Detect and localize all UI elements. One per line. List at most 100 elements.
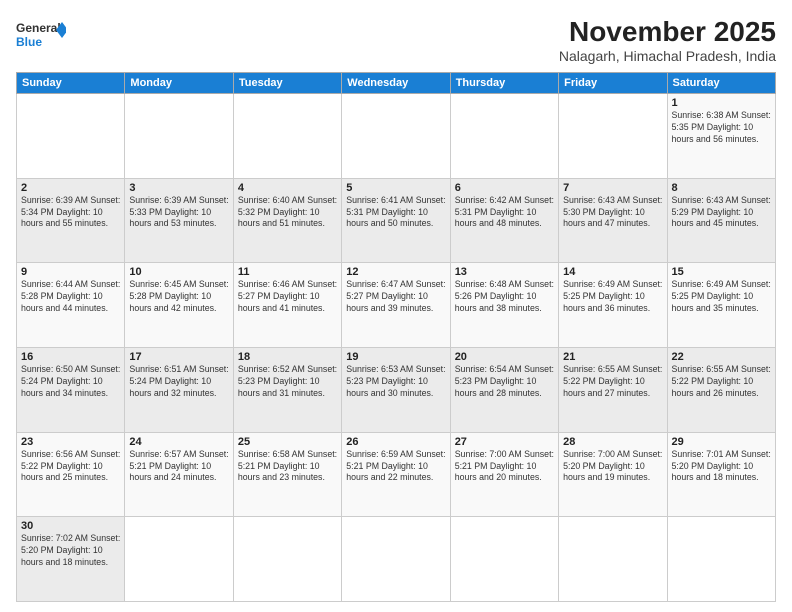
day-cell: [342, 94, 450, 179]
day-info: Sunrise: 7:01 AM Sunset: 5:20 PM Dayligh…: [672, 449, 771, 485]
day-number: 29: [672, 436, 771, 448]
logo: General Blue: [16, 16, 66, 56]
day-number: 9: [21, 266, 120, 278]
day-info: Sunrise: 6:53 AM Sunset: 5:23 PM Dayligh…: [346, 364, 445, 400]
weekday-header-sunday: Sunday: [17, 73, 125, 94]
day-number: 15: [672, 266, 771, 278]
week-row-2: 2Sunrise: 6:39 AM Sunset: 5:34 PM Daylig…: [17, 178, 776, 263]
day-number: 13: [455, 266, 554, 278]
day-cell: 19Sunrise: 6:53 AM Sunset: 5:23 PM Dayli…: [342, 347, 450, 432]
day-number: 11: [238, 266, 337, 278]
day-info: Sunrise: 6:39 AM Sunset: 5:33 PM Dayligh…: [129, 195, 228, 231]
day-info: Sunrise: 6:51 AM Sunset: 5:24 PM Dayligh…: [129, 364, 228, 400]
day-info: Sunrise: 6:39 AM Sunset: 5:34 PM Dayligh…: [21, 195, 120, 231]
weekday-header-friday: Friday: [559, 73, 667, 94]
day-info: Sunrise: 6:44 AM Sunset: 5:28 PM Dayligh…: [21, 279, 120, 315]
day-cell: 25Sunrise: 6:58 AM Sunset: 5:21 PM Dayli…: [233, 432, 341, 517]
day-cell: 24Sunrise: 6:57 AM Sunset: 5:21 PM Dayli…: [125, 432, 233, 517]
day-number: 21: [563, 351, 662, 363]
day-number: 20: [455, 351, 554, 363]
day-cell: [125, 517, 233, 602]
week-row-4: 16Sunrise: 6:50 AM Sunset: 5:24 PM Dayli…: [17, 347, 776, 432]
day-cell: 3Sunrise: 6:39 AM Sunset: 5:33 PM Daylig…: [125, 178, 233, 263]
day-cell: 7Sunrise: 6:43 AM Sunset: 5:30 PM Daylig…: [559, 178, 667, 263]
day-number: 28: [563, 436, 662, 448]
day-info: Sunrise: 6:52 AM Sunset: 5:23 PM Dayligh…: [238, 364, 337, 400]
day-cell: 18Sunrise: 6:52 AM Sunset: 5:23 PM Dayli…: [233, 347, 341, 432]
week-row-3: 9Sunrise: 6:44 AM Sunset: 5:28 PM Daylig…: [17, 263, 776, 348]
day-cell: [450, 94, 558, 179]
day-info: Sunrise: 6:45 AM Sunset: 5:28 PM Dayligh…: [129, 279, 228, 315]
day-number: 30: [21, 520, 120, 532]
week-row-6: 30Sunrise: 7:02 AM Sunset: 5:20 PM Dayli…: [17, 517, 776, 602]
day-cell: 29Sunrise: 7:01 AM Sunset: 5:20 PM Dayli…: [667, 432, 775, 517]
day-cell: 22Sunrise: 6:55 AM Sunset: 5:22 PM Dayli…: [667, 347, 775, 432]
day-cell: 21Sunrise: 6:55 AM Sunset: 5:22 PM Dayli…: [559, 347, 667, 432]
day-cell: [17, 94, 125, 179]
day-number: 4: [238, 182, 337, 194]
week-row-5: 23Sunrise: 6:56 AM Sunset: 5:22 PM Dayli…: [17, 432, 776, 517]
day-number: 16: [21, 351, 120, 363]
weekday-header-thursday: Thursday: [450, 73, 558, 94]
weekday-header-wednesday: Wednesday: [342, 73, 450, 94]
header: General Blue November 2025 Nalagarh, Him…: [16, 16, 776, 64]
month-year: November 2025: [559, 16, 776, 48]
week-row-1: 1Sunrise: 6:38 AM Sunset: 5:35 PM Daylig…: [17, 94, 776, 179]
day-number: 8: [672, 182, 771, 194]
day-info: Sunrise: 6:48 AM Sunset: 5:26 PM Dayligh…: [455, 279, 554, 315]
day-info: Sunrise: 6:55 AM Sunset: 5:22 PM Dayligh…: [672, 364, 771, 400]
day-info: Sunrise: 6:56 AM Sunset: 5:22 PM Dayligh…: [21, 449, 120, 485]
day-cell: [342, 517, 450, 602]
day-info: Sunrise: 6:58 AM Sunset: 5:21 PM Dayligh…: [238, 449, 337, 485]
day-info: Sunrise: 6:49 AM Sunset: 5:25 PM Dayligh…: [672, 279, 771, 315]
day-cell: 8Sunrise: 6:43 AM Sunset: 5:29 PM Daylig…: [667, 178, 775, 263]
day-info: Sunrise: 7:00 AM Sunset: 5:21 PM Dayligh…: [455, 449, 554, 485]
location: Nalagarh, Himachal Pradesh, India: [559, 48, 776, 64]
day-number: 23: [21, 436, 120, 448]
day-info: Sunrise: 6:54 AM Sunset: 5:23 PM Dayligh…: [455, 364, 554, 400]
day-info: Sunrise: 6:38 AM Sunset: 5:35 PM Dayligh…: [672, 110, 771, 146]
day-cell: 30Sunrise: 7:02 AM Sunset: 5:20 PM Dayli…: [17, 517, 125, 602]
day-cell: 13Sunrise: 6:48 AM Sunset: 5:26 PM Dayli…: [450, 263, 558, 348]
day-info: Sunrise: 6:49 AM Sunset: 5:25 PM Dayligh…: [563, 279, 662, 315]
weekday-header-row: SundayMondayTuesdayWednesdayThursdayFrid…: [17, 73, 776, 94]
day-number: 22: [672, 351, 771, 363]
day-cell: 20Sunrise: 6:54 AM Sunset: 5:23 PM Dayli…: [450, 347, 558, 432]
day-info: Sunrise: 7:00 AM Sunset: 5:20 PM Dayligh…: [563, 449, 662, 485]
day-cell: 10Sunrise: 6:45 AM Sunset: 5:28 PM Dayli…: [125, 263, 233, 348]
day-cell: [233, 94, 341, 179]
day-number: 26: [346, 436, 445, 448]
day-cell: [125, 94, 233, 179]
generalblue-logo-icon: General Blue: [16, 16, 66, 56]
day-number: 7: [563, 182, 662, 194]
day-info: Sunrise: 7:02 AM Sunset: 5:20 PM Dayligh…: [21, 533, 120, 569]
day-cell: 5Sunrise: 6:41 AM Sunset: 5:31 PM Daylig…: [342, 178, 450, 263]
day-info: Sunrise: 6:47 AM Sunset: 5:27 PM Dayligh…: [346, 279, 445, 315]
day-number: 6: [455, 182, 554, 194]
title-section: November 2025 Nalagarh, Himachal Pradesh…: [559, 16, 776, 64]
day-number: 12: [346, 266, 445, 278]
day-number: 17: [129, 351, 228, 363]
day-number: 1: [672, 97, 771, 109]
day-cell: 16Sunrise: 6:50 AM Sunset: 5:24 PM Dayli…: [17, 347, 125, 432]
day-cell: [450, 517, 558, 602]
weekday-header-saturday: Saturday: [667, 73, 775, 94]
day-cell: 11Sunrise: 6:46 AM Sunset: 5:27 PM Dayli…: [233, 263, 341, 348]
weekday-header-tuesday: Tuesday: [233, 73, 341, 94]
day-info: Sunrise: 6:41 AM Sunset: 5:31 PM Dayligh…: [346, 195, 445, 231]
day-info: Sunrise: 6:42 AM Sunset: 5:31 PM Dayligh…: [455, 195, 554, 231]
day-number: 3: [129, 182, 228, 194]
day-number: 5: [346, 182, 445, 194]
day-info: Sunrise: 6:46 AM Sunset: 5:27 PM Dayligh…: [238, 279, 337, 315]
day-cell: 4Sunrise: 6:40 AM Sunset: 5:32 PM Daylig…: [233, 178, 341, 263]
day-cell: 27Sunrise: 7:00 AM Sunset: 5:21 PM Dayli…: [450, 432, 558, 517]
day-number: 27: [455, 436, 554, 448]
day-number: 24: [129, 436, 228, 448]
day-number: 19: [346, 351, 445, 363]
day-info: Sunrise: 6:55 AM Sunset: 5:22 PM Dayligh…: [563, 364, 662, 400]
day-number: 25: [238, 436, 337, 448]
day-number: 10: [129, 266, 228, 278]
svg-text:General: General: [16, 21, 61, 35]
day-number: 14: [563, 266, 662, 278]
day-number: 18: [238, 351, 337, 363]
